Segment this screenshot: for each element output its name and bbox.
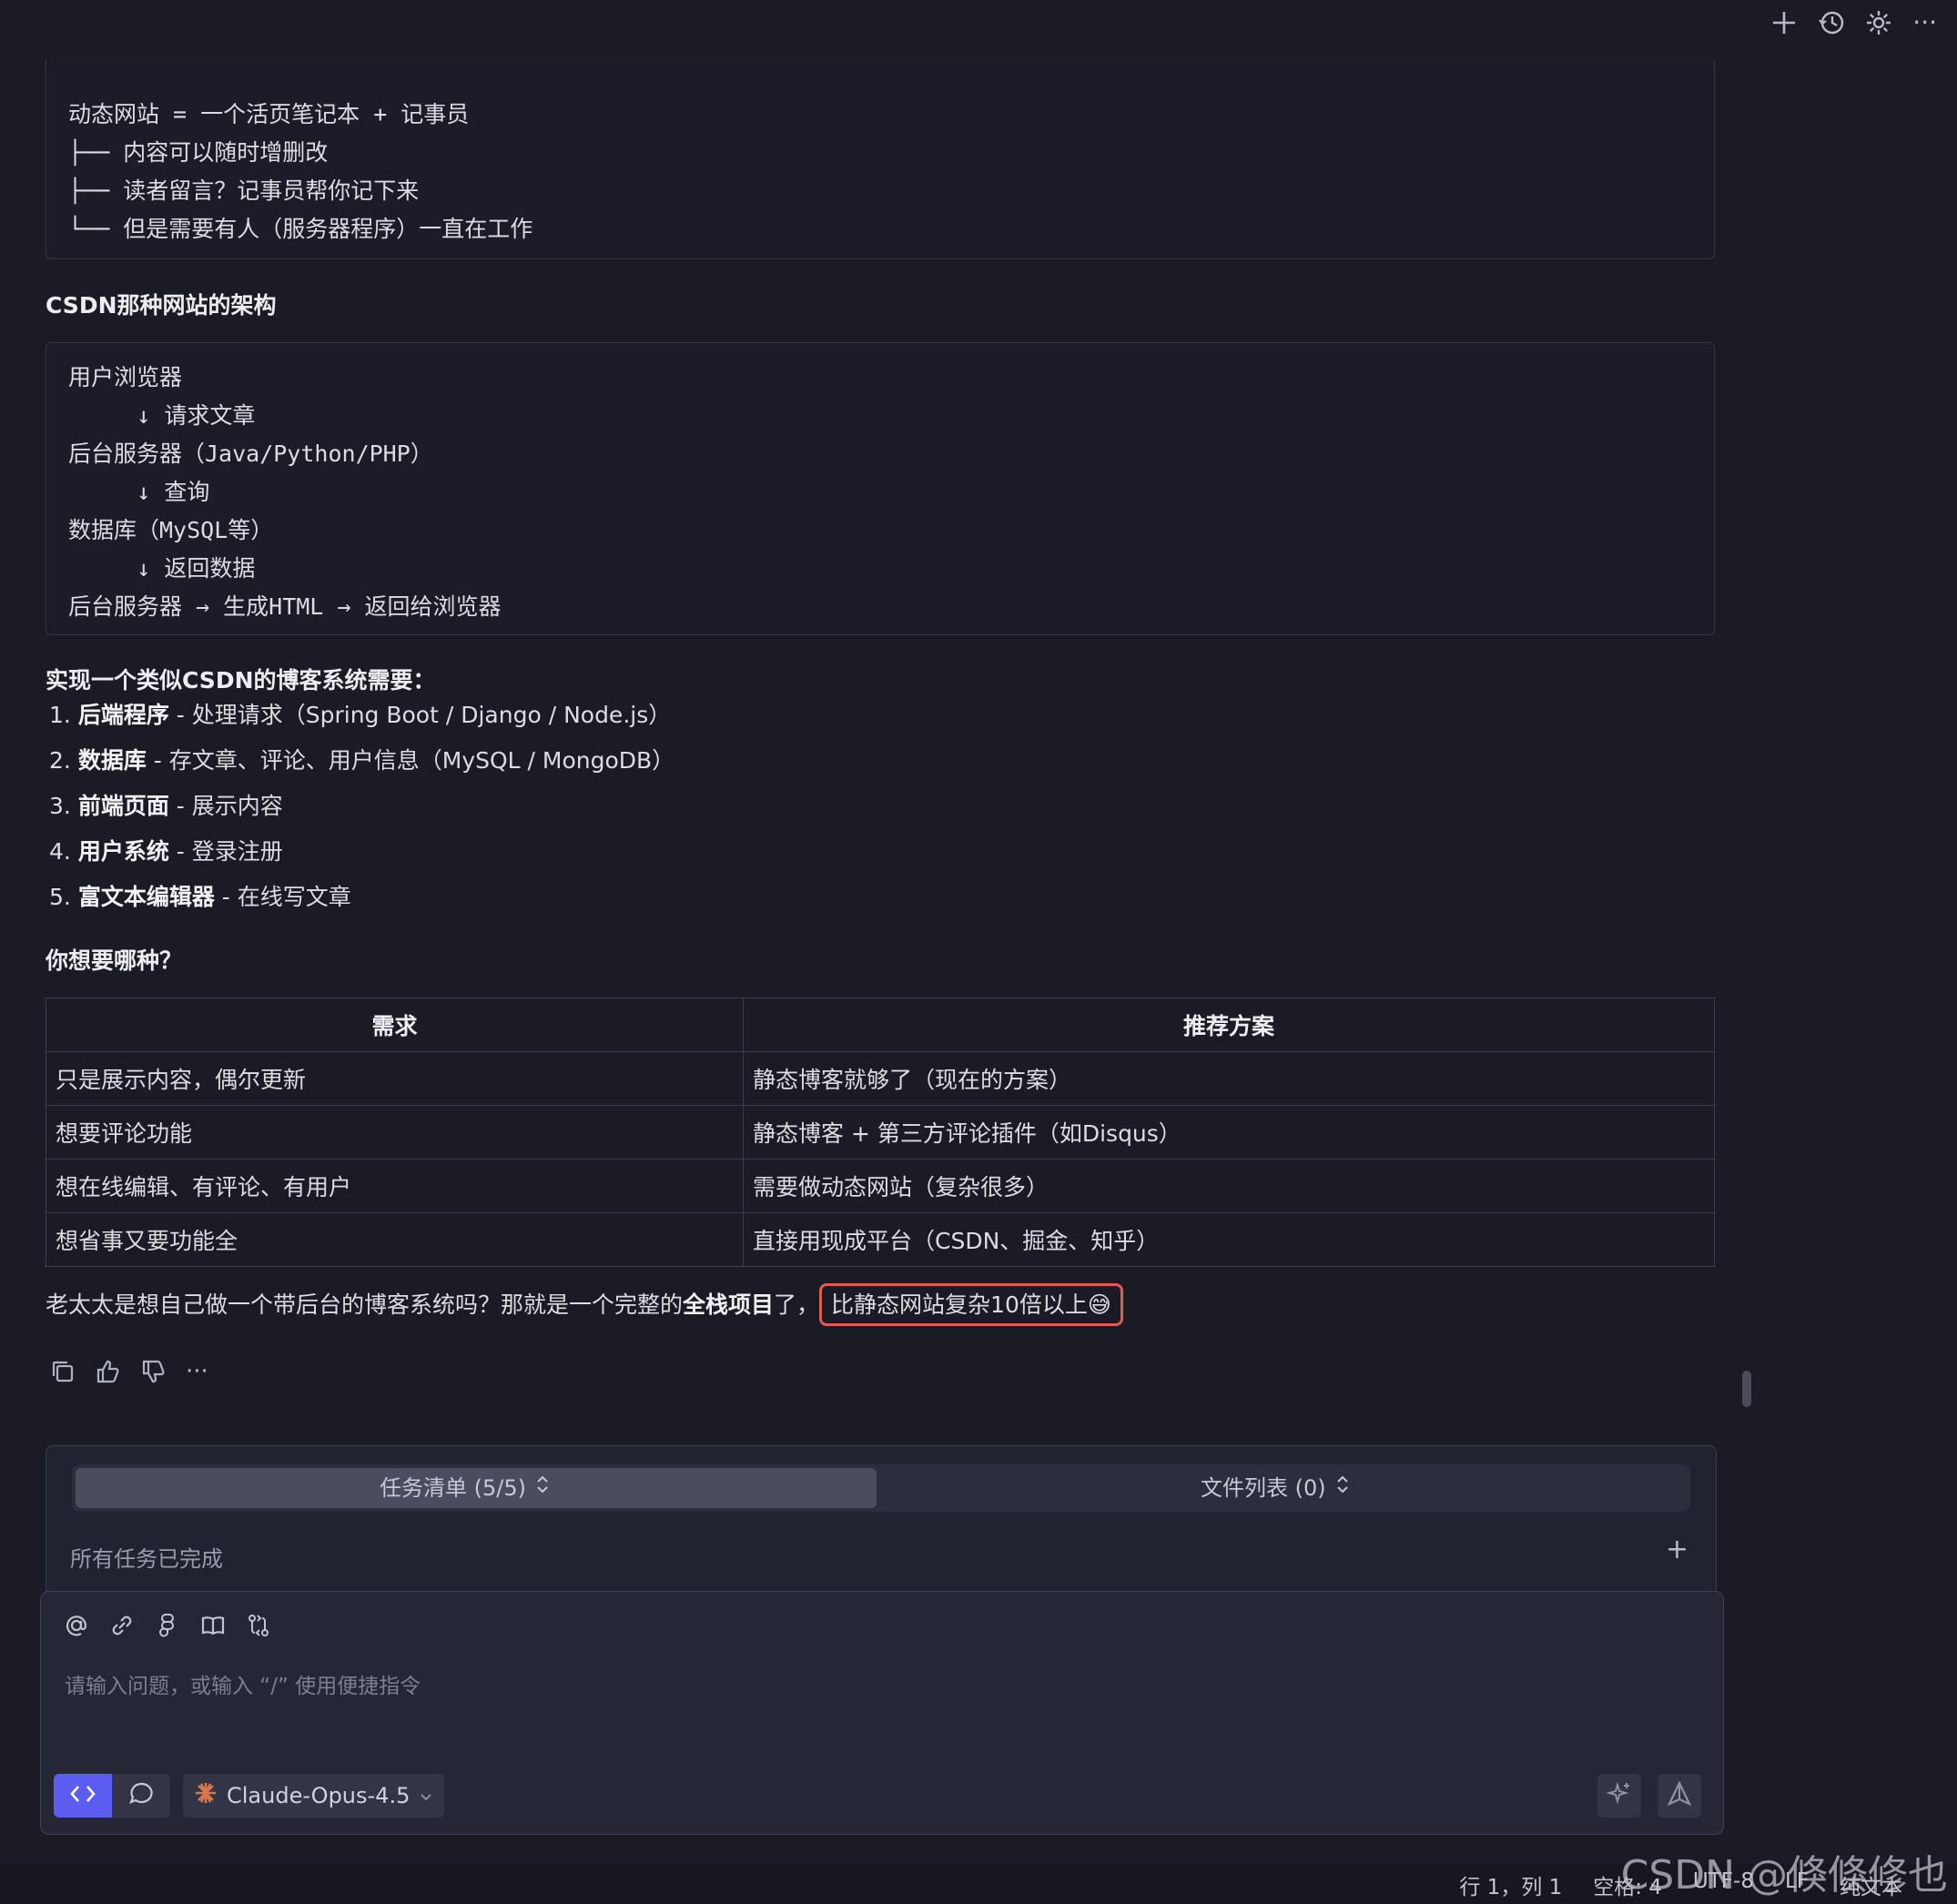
- table-header: 推荐方案: [743, 998, 1715, 1052]
- list-item: 1. 后端程序 - 处理请求（Spring Boot / Django / No…: [49, 702, 672, 728]
- copy-icon[interactable]: [49, 1358, 76, 1385]
- more-actions-icon[interactable]: ···: [186, 1358, 208, 1385]
- code-line: └── 但是需要有人（服务器程序）一直在工作: [68, 216, 533, 242]
- list-item: 2. 数据库 - 存文章、评论、用户信息（MySQL / MongoDB）: [49, 747, 675, 774]
- workflow-icon[interactable]: [245, 1612, 272, 1639]
- csdn-architecture-heading: CSDN那种网站的架构: [46, 292, 277, 319]
- conclusion-bold: 全栈项目: [683, 1291, 775, 1318]
- task-panel: 任务清单 (5/5) 文件列表 (0) 所有任务已完成 +: [46, 1445, 1717, 1593]
- table-cell: 想要评论功能: [46, 1105, 744, 1160]
- code-mode-button[interactable]: [54, 1774, 112, 1818]
- input-bottom-row: Claude-Opus-4.5: [54, 1774, 445, 1818]
- chevron-updown-icon: [1335, 1464, 1350, 1512]
- dynamic-site-code-block: 动态网站 = 一个活页笔记本 + 记事员 ├── 内容可以随时增删改 ├── 读…: [46, 60, 1715, 259]
- code-line: ├── 读者留言？记事员帮你记下来: [68, 177, 420, 204]
- tab-task-list[interactable]: 任务清单 (5/5): [380, 1464, 550, 1512]
- chevron-down-icon: [419, 1783, 433, 1808]
- list-item: 3. 前端页面 - 展示内容: [49, 793, 283, 819]
- table-cell: 只是展示内容，偶尔更新: [46, 1051, 744, 1106]
- question-heading: 你想要哪种？: [46, 947, 183, 974]
- list-item: 5. 富文本编辑器 - 在线写文章: [49, 884, 351, 910]
- thumbs-up-icon[interactable]: [95, 1358, 122, 1385]
- table-cell: 想省事又要功能全: [46, 1212, 744, 1267]
- conclusion-suffix: 了，: [774, 1291, 820, 1318]
- code-line: 后台服务器（Java/Python/PHP）: [68, 441, 433, 467]
- code-line: ↓ 请求文章: [68, 402, 256, 429]
- code-line: 用户浏览器: [68, 364, 183, 390]
- code-line: ├── 内容可以随时增删改: [68, 139, 329, 166]
- table-row: 只是展示内容，偶尔更新 静态博客就够了（现在的方案）: [46, 1051, 1715, 1106]
- input-right-buttons: [1597, 1774, 1701, 1818]
- table-header-row: 需求 推荐方案: [46, 998, 1715, 1052]
- code-line: ↓ 返回数据: [68, 555, 256, 582]
- table-cell: 静态博客就够了（现在的方案）: [743, 1051, 1715, 1106]
- highlighted-text: 比静态网站复杂10倍以上😅: [819, 1283, 1123, 1326]
- conclusion-prefix: 老太太是想自己做一个带后台的博客系统吗？那就是一个完整的: [46, 1291, 684, 1318]
- plus-icon[interactable]: [1770, 9, 1798, 36]
- table-cell: 想在线编辑、有评论、有用户: [46, 1159, 744, 1213]
- code-line: 后台服务器 → 生成HTML → 返回给浏览器: [68, 593, 502, 620]
- message-actions: ···: [49, 1358, 208, 1385]
- code-icon: [69, 1783, 96, 1808]
- watermark: CSDN @倏倏修也: [1620, 1852, 1948, 1899]
- send-button[interactable]: [1658, 1774, 1701, 1818]
- link-icon[interactable]: [108, 1612, 136, 1639]
- enhance-prompt-button[interactable]: [1597, 1774, 1641, 1818]
- figma-icon[interactable]: [154, 1612, 181, 1639]
- table-cell: 直接用现成平台（CSDN、掘金、知乎）: [743, 1212, 1715, 1267]
- chat-mode-button[interactable]: [112, 1774, 170, 1818]
- history-icon[interactable]: [1818, 9, 1845, 36]
- sparkle-icon: [1606, 1780, 1633, 1811]
- task-status-text: 所有任务已完成: [70, 1546, 223, 1572]
- more-icon[interactable]: ···: [1912, 7, 1937, 37]
- send-icon: [1666, 1780, 1693, 1811]
- claude-logo-icon: [194, 1781, 218, 1810]
- table-header: 需求: [46, 998, 744, 1052]
- conclusion-paragraph: 老太太是想自己做一个带后台的博客系统吗？那就是一个完整的全栈项目了， 比静态网站复…: [46, 1283, 1123, 1326]
- table-row: 想在线编辑、有评论、有用户 需要做动态网站（复杂很多）: [46, 1159, 1715, 1213]
- status-bar: 行 1，列 1 空格: 4 UTF-8 LF 纯文本 CSDN @倏倏修也: [0, 1852, 1957, 1904]
- table-cell: 静态博客 + 第三方评论插件（如Disqus）: [743, 1105, 1715, 1160]
- input-placeholder[interactable]: 请输入问题，或输入 “/” 使用便捷指令: [65, 1668, 421, 1699]
- model-selector[interactable]: Claude-Opus-4.5: [183, 1774, 445, 1818]
- panel-tab-switch: 任务清单 (5/5) 文件列表 (0): [72, 1464, 1690, 1512]
- add-task-button[interactable]: +: [1666, 1534, 1688, 1565]
- top-toolbar: ···: [1770, 7, 1937, 37]
- input-tools: [63, 1612, 272, 1639]
- scrollbar-thumb[interactable]: [1742, 1371, 1751, 1407]
- code-line: 数据库（MySQL等）: [68, 517, 274, 543]
- chat-bubble-icon: [127, 1780, 155, 1811]
- code-line: 动态网站 = 一个活页笔记本 + 记事员: [68, 101, 470, 127]
- code-line: ↓ 查询: [68, 479, 210, 505]
- architecture-code-block: 用户浏览器 ↓ 请求文章 后台服务器（Java/Python/PHP） ↓ 查询…: [46, 342, 1715, 635]
- model-name: Claude-Opus-4.5: [227, 1783, 411, 1808]
- table-row: 想要评论功能 静态博客 + 第三方评论插件（如Disqus）: [46, 1105, 1715, 1160]
- tab-task-list-label: 任务清单 (5/5): [380, 1475, 526, 1501]
- list-item: 4. 用户系统 - 登录注册: [49, 838, 283, 865]
- requirements-list: 1. 后端程序 - 处理请求（Spring Boot / Django / No…: [49, 693, 674, 920]
- gear-icon[interactable]: [1865, 9, 1892, 36]
- comparison-table: 需求 推荐方案 只是展示内容，偶尔更新 静态博客就够了（现在的方案） 想要评论功…: [46, 998, 1715, 1267]
- requirements-heading: 实现一个类似CSDN的博客系统需要：: [46, 667, 436, 694]
- tab-file-list-label: 文件列表 (0): [1201, 1475, 1326, 1501]
- chat-input-box: 请输入问题，或输入 “/” 使用便捷指令 Claude-Opus-4.5: [40, 1591, 1724, 1835]
- book-icon[interactable]: [199, 1612, 227, 1639]
- at-mention-icon[interactable]: [63, 1612, 90, 1639]
- cursor-position[interactable]: 行 1，列 1: [1459, 1869, 1562, 1900]
- table-cell: 需要做动态网站（复杂很多）: [743, 1159, 1715, 1213]
- thumbs-down-icon[interactable]: [140, 1358, 167, 1385]
- chevron-updown-icon: [535, 1464, 550, 1512]
- tab-file-list[interactable]: 文件列表 (0): [1201, 1464, 1350, 1512]
- table-row: 想省事又要功能全 直接用现成平台（CSDN、掘金、知乎）: [46, 1212, 1715, 1267]
